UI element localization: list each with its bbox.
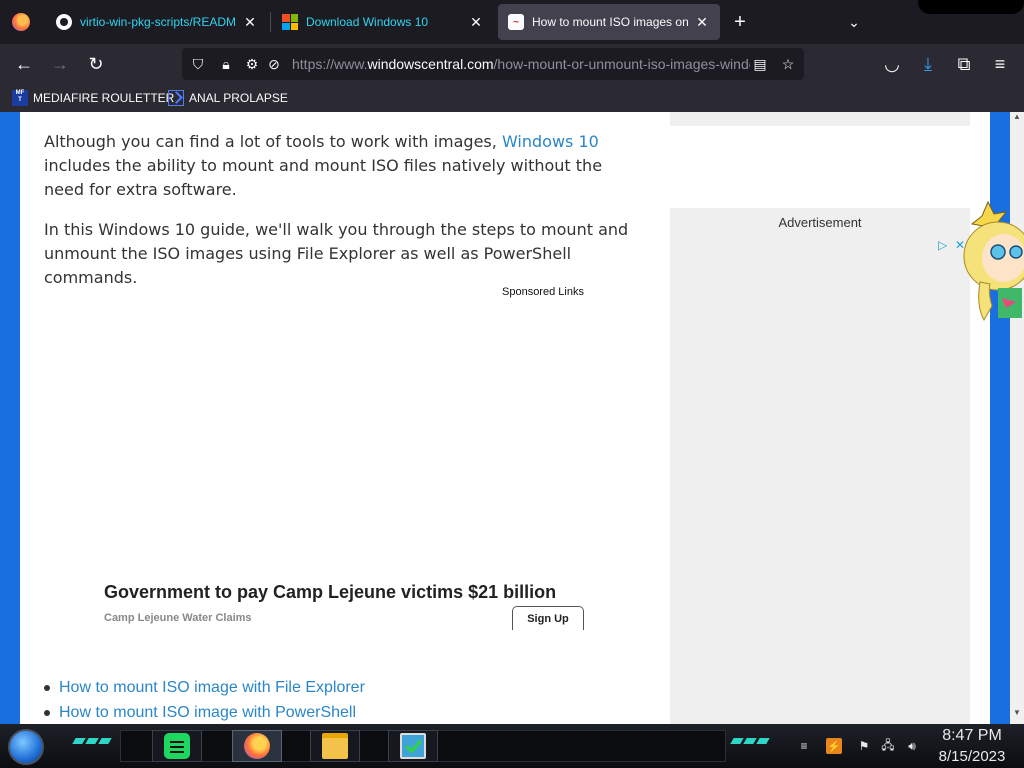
hamburger-icon: ≡	[994, 53, 1006, 74]
tab-title: Download Windows 10	[306, 15, 429, 29]
github-icon	[56, 14, 72, 30]
tab-download-windows[interactable]: Download Windows 10 ✕	[272, 4, 494, 40]
bookmark-mediafire[interactable]: MF T MEDIAFIRE ROULETTER	[12, 89, 174, 107]
bookmark-label: ANAL PROLAPSE	[189, 91, 288, 105]
pocket-icon: ◡	[884, 53, 900, 74]
show-hidden-icons[interactable]: ≡	[796, 738, 812, 754]
firefox-icon	[12, 13, 30, 31]
scroll-up-arrow[interactable]: ▲	[1010, 112, 1024, 126]
url-bar[interactable]: ⛉ 🔒︎ ⚙ ⊘ https://www.windowscentral.com/…	[182, 48, 804, 80]
pocket-button[interactable]: ◡	[878, 50, 906, 78]
intro-paragraph: Although you can find a lot of tools to …	[44, 130, 634, 202]
monitor-check-icon	[400, 733, 426, 759]
desktop-mascot-character	[963, 200, 1024, 322]
url-text[interactable]: https://www.windowscentral.com/how-mount…	[292, 56, 750, 72]
bullet-icon	[44, 685, 50, 691]
tab-strip: virtio-win-pkg-scripts/READM ✕ Download …	[0, 0, 1024, 44]
taskbar-file-explorer[interactable]	[310, 730, 360, 762]
taskbar-firefox[interactable]	[232, 730, 282, 762]
bookmark-label: MEDIAFIRE ROULETTER	[33, 91, 175, 105]
toc-item-powershell[interactable]: How to mount ISO image with PowerShell	[44, 704, 356, 722]
reload-button[interactable]: ↻	[82, 50, 110, 78]
taskbar-monitor-app[interactable]	[388, 730, 438, 762]
chevron-down-icon: ⌄	[848, 13, 860, 30]
url-scheme: https://www.	[292, 56, 368, 72]
permissions-icon[interactable]: ⚙	[242, 54, 262, 74]
ad-source[interactable]: Camp Lejeune Water Claims	[104, 612, 252, 624]
taskbar-decoration	[72, 738, 112, 748]
tab-github[interactable]: virtio-win-pkg-scripts/READM ✕	[46, 4, 268, 40]
sponsored-links-label: Sponsored Links	[502, 286, 584, 298]
ad-signup-button[interactable]: Sign Up	[512, 606, 584, 630]
mediafire-icon: MF T	[12, 90, 28, 106]
folder-icon	[322, 733, 348, 759]
firefox-view-button[interactable]	[0, 0, 42, 44]
page-viewport[interactable]: Although you can find a lot of tools to …	[0, 112, 1024, 724]
url-path: /how-mount-or-unmount-iso-images-windows…	[493, 56, 750, 72]
taskbar-decoration	[730, 738, 770, 748]
adchoices-icon[interactable]: ▷	[938, 238, 947, 252]
windows-10-link[interactable]: Windows 10	[502, 132, 599, 151]
url-host: windowscentral.com	[367, 56, 494, 72]
windows-logo-icon	[282, 14, 298, 30]
star-icon[interactable]: ☆	[778, 54, 798, 74]
close-icon[interactable]: ✕	[468, 14, 484, 30]
windows-central-icon: ~	[508, 14, 524, 30]
reload-icon: ↻	[88, 53, 104, 74]
bookmark-second[interactable]: ANAL PROLAPSE	[168, 89, 288, 107]
ad-headline[interactable]: Government to pay Camp Lejeune victims $…	[104, 582, 556, 603]
back-button[interactable]: ←	[10, 50, 38, 78]
extensions-button[interactable]: ⧉	[950, 50, 978, 78]
advertisement-label: Advertisement	[778, 215, 862, 230]
firefox-icon	[244, 733, 270, 759]
downloads-button[interactable]: ⤓	[914, 50, 942, 78]
intro-text-end: includes the ability to mount and mount …	[44, 156, 603, 199]
toc-link[interactable]: How to mount ISO image with File Explore…	[59, 679, 365, 697]
lock-icon[interactable]: 🔒︎	[216, 54, 236, 74]
arrow-right-icon: →	[51, 53, 69, 74]
tab-windows-central[interactable]: ~ How to mount ISO images on ✕	[498, 4, 720, 40]
arrow-left-icon: ←	[15, 53, 33, 74]
tracking-blocked-icon[interactable]: ⊘	[264, 54, 284, 74]
taskbar: ≡ ⚡ ⚑ 🖧︎ 🔊︎ 8:47 PM 8/15/2023	[0, 724, 1024, 768]
page-left-gutter	[0, 112, 20, 724]
sidebar-ad[interactable]	[670, 208, 970, 724]
tab-title: virtio-win-pkg-scripts/READM	[80, 15, 236, 29]
bookmarks-toolbar: MF T MEDIAFIRE ROULETTER ANAL PROLAPSE	[0, 84, 1024, 112]
new-tab-button[interactable]: +	[728, 10, 752, 34]
navigation-toolbar: ← → ↻ ⛉ 🔒︎ ⚙ ⊘ https://www.windowscentra…	[0, 44, 1024, 84]
volume-icon[interactable]: 🔊︎	[904, 738, 920, 754]
menu-button[interactable]: ≡	[986, 50, 1014, 78]
guide-paragraph: In this Windows 10 guide, we'll walk you…	[44, 220, 629, 287]
close-icon[interactable]: ✕	[694, 14, 710, 30]
tab-divider	[270, 12, 271, 32]
clock-time[interactable]: 8:47 PM	[930, 727, 1014, 745]
clock-date[interactable]: 8/15/2023	[930, 748, 1014, 765]
forward-button[interactable]: →	[46, 50, 74, 78]
close-icon[interactable]: ✕	[242, 14, 258, 30]
toc-link[interactable]: How to mount ISO image with PowerShell	[59, 704, 356, 722]
taskbar-spotify[interactable]	[152, 730, 202, 762]
window-controls[interactable]	[918, 0, 1024, 14]
toc-item-file-explorer[interactable]: How to mount ISO image with File Explore…	[44, 679, 365, 697]
tab-title: How to mount ISO images on	[532, 15, 688, 29]
bookmark-icon	[168, 90, 184, 106]
reader-view-icon[interactable]: ▤	[750, 54, 770, 74]
list-all-tabs-button[interactable]: ⌄	[842, 10, 866, 34]
sidebar-ad-top	[670, 112, 970, 126]
scroll-down-arrow[interactable]: ▼	[1010, 708, 1024, 722]
bullet-icon	[44, 710, 50, 716]
network-icon[interactable]: 🖧︎	[880, 738, 896, 754]
download-icon: ⤓	[924, 53, 932, 74]
puzzle-icon: ⧉	[957, 53, 971, 74]
article-body: Although you can find a lot of tools to …	[20, 112, 670, 724]
warning-tray-icon[interactable]: ⚡	[826, 738, 842, 754]
spotify-icon	[164, 733, 190, 759]
flag-icon[interactable]: ⚑	[856, 738, 872, 754]
start-button[interactable]	[8, 729, 44, 765]
intro-text: Although you can find a lot of tools to …	[44, 132, 502, 151]
plus-icon: +	[734, 10, 746, 33]
shield-icon[interactable]: ⛉	[188, 54, 208, 74]
